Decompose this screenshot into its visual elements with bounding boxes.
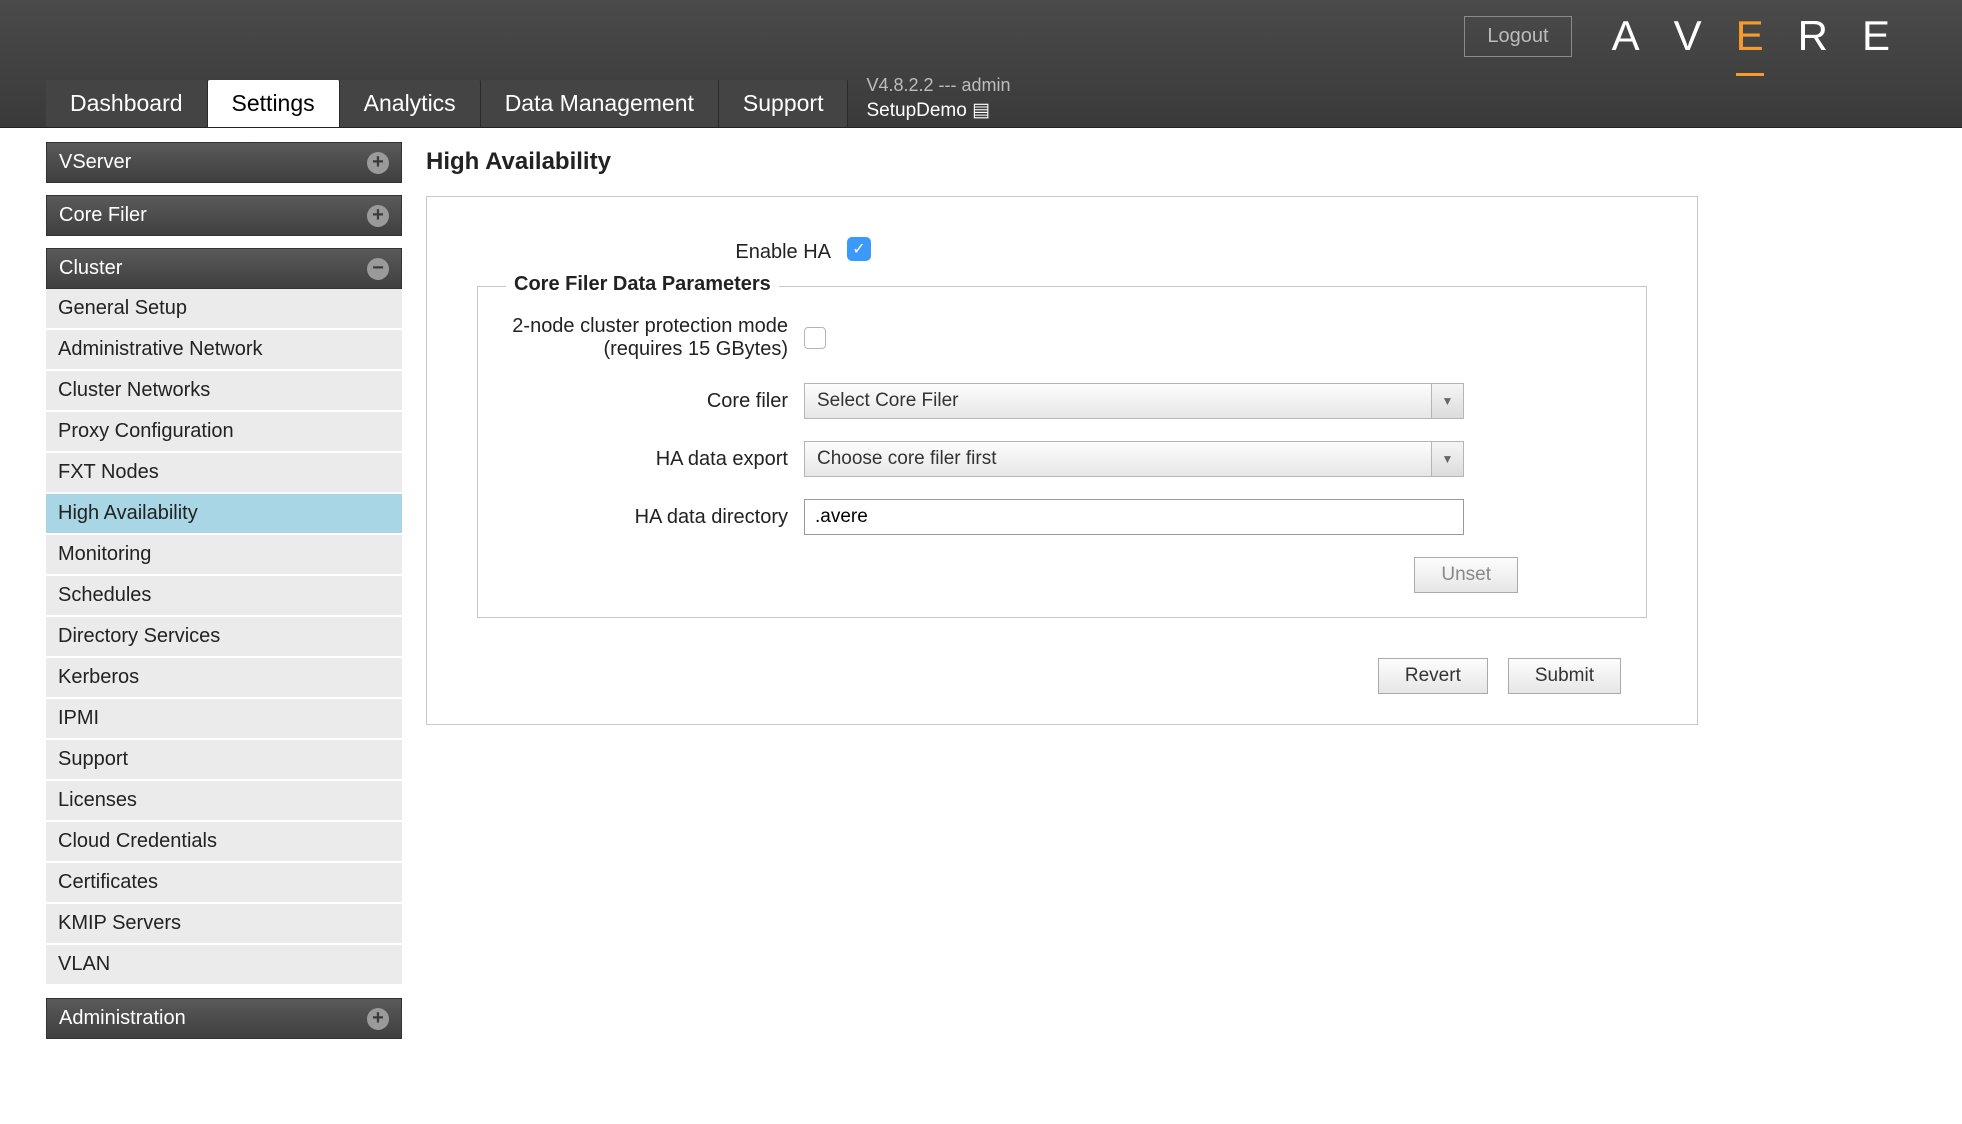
sidebar-item-kmip-servers[interactable]: KMIP Servers <box>46 904 402 945</box>
unset-button[interactable]: Unset <box>1414 557 1518 593</box>
page-title: High Availability <box>426 148 1902 176</box>
collapse-icon: − <box>367 258 389 280</box>
brand-logo: A V E R E <box>1612 12 1902 60</box>
fieldset-legend: Core Filer Data Parameters <box>506 273 779 296</box>
logo-letter-accent: E <box>1736 12 1776 60</box>
sidebar-item-licenses[interactable]: Licenses <box>46 781 402 822</box>
tab-dashboard[interactable]: Dashboard <box>46 80 208 127</box>
notes-icon[interactable]: ▤ <box>972 100 990 121</box>
expand-icon: + <box>367 205 389 227</box>
sidebar-item-directory-services[interactable]: Directory Services <box>46 617 402 658</box>
chevron-down-icon: ▼ <box>1431 442 1463 476</box>
logo-letter: A <box>1612 12 1652 60</box>
logout-button[interactable]: Logout <box>1464 16 1571 57</box>
sidebar-group-administration[interactable]: Administration + <box>46 998 402 1039</box>
cluster-name-text: SetupDemo <box>866 100 966 121</box>
logo-letter: V <box>1674 12 1714 60</box>
enable-ha-checkbox[interactable]: ✓ <box>847 237 871 261</box>
main-tabs: Dashboard Settings Analytics Data Manage… <box>46 73 1011 127</box>
sidebar-item-vlan[interactable]: VLAN <box>46 945 402 986</box>
version-text: V4.8.2.2 --- admin <box>866 73 1010 98</box>
ha-dir-label: HA data directory <box>508 506 804 529</box>
sidebar-item-monitoring[interactable]: Monitoring <box>46 535 402 576</box>
app-header: Logout A V E R E Dashboard Settings Anal… <box>0 0 1962 128</box>
sidebar-group-cluster[interactable]: Cluster − <box>46 248 402 289</box>
sidebar-item-kerberos[interactable]: Kerberos <box>46 658 402 699</box>
sidebar-item-cluster-networks[interactable]: Cluster Networks <box>46 371 402 412</box>
settings-panel: Enable HA ✓ Core Filer Data Parameters 2… <box>426 196 1698 725</box>
logo-letter: R <box>1798 12 1840 60</box>
cluster-name: SetupDemo ▤ <box>866 98 1010 125</box>
sidebar-group-label: Administration <box>59 1007 186 1030</box>
tab-analytics[interactable]: Analytics <box>340 80 481 127</box>
tab-data-management[interactable]: Data Management <box>481 80 719 127</box>
sidebar-item-schedules[interactable]: Schedules <box>46 576 402 617</box>
sidebar-item-certificates[interactable]: Certificates <box>46 863 402 904</box>
tab-settings[interactable]: Settings <box>208 80 340 127</box>
chevron-down-icon: ▼ <box>1431 384 1463 418</box>
tab-support[interactable]: Support <box>719 80 849 127</box>
two-node-checkbox[interactable] <box>804 327 826 349</box>
settings-sidebar: VServer + Core Filer + Cluster − General… <box>46 142 402 1039</box>
sidebar-group-vserver[interactable]: VServer + <box>46 142 402 183</box>
ha-export-label: HA data export <box>508 448 804 471</box>
check-icon: ✓ <box>852 239 865 259</box>
sidebar-group-label: Cluster <box>59 257 122 280</box>
core-filer-params-fieldset: Core Filer Data Parameters 2-node cluste… <box>477 286 1647 618</box>
header-status: V4.8.2.2 --- admin SetupDemo ▤ <box>866 73 1010 127</box>
sidebar-item-high-availability[interactable]: High Availability <box>46 494 402 535</box>
revert-button[interactable]: Revert <box>1378 658 1488 694</box>
sidebar-item-admin-network[interactable]: Administrative Network <box>46 330 402 371</box>
expand-icon: + <box>367 1008 389 1030</box>
core-filer-select[interactable]: Select Core Filer ▼ <box>804 383 1464 419</box>
two-node-label: 2-node cluster protection mode (requires… <box>508 315 804 361</box>
ha-export-select[interactable]: Choose core filer first ▼ <box>804 441 1464 477</box>
sidebar-item-fxt-nodes[interactable]: FXT Nodes <box>46 453 402 494</box>
submit-button[interactable]: Submit <box>1508 658 1621 694</box>
sidebar-item-proxy-config[interactable]: Proxy Configuration <box>46 412 402 453</box>
enable-ha-label: Enable HA <box>477 237 847 264</box>
expand-icon: + <box>367 152 389 174</box>
main-content: High Availability Enable HA ✓ Core Filer… <box>426 142 1962 1039</box>
sidebar-group-core-filer[interactable]: Core Filer + <box>46 195 402 236</box>
sidebar-item-general-setup[interactable]: General Setup <box>46 289 402 330</box>
sidebar-item-support[interactable]: Support <box>46 740 402 781</box>
ha-dir-input[interactable] <box>804 499 1464 535</box>
core-filer-label: Core filer <box>508 390 804 413</box>
logo-letter: E <box>1862 12 1902 60</box>
core-filer-select-value: Select Core Filer <box>817 390 959 412</box>
sidebar-group-label: Core Filer <box>59 204 147 227</box>
sidebar-item-ipmi[interactable]: IPMI <box>46 699 402 740</box>
sidebar-group-label: VServer <box>59 151 131 174</box>
ha-export-select-value: Choose core filer first <box>817 448 997 470</box>
sidebar-item-cloud-credentials[interactable]: Cloud Credentials <box>46 822 402 863</box>
